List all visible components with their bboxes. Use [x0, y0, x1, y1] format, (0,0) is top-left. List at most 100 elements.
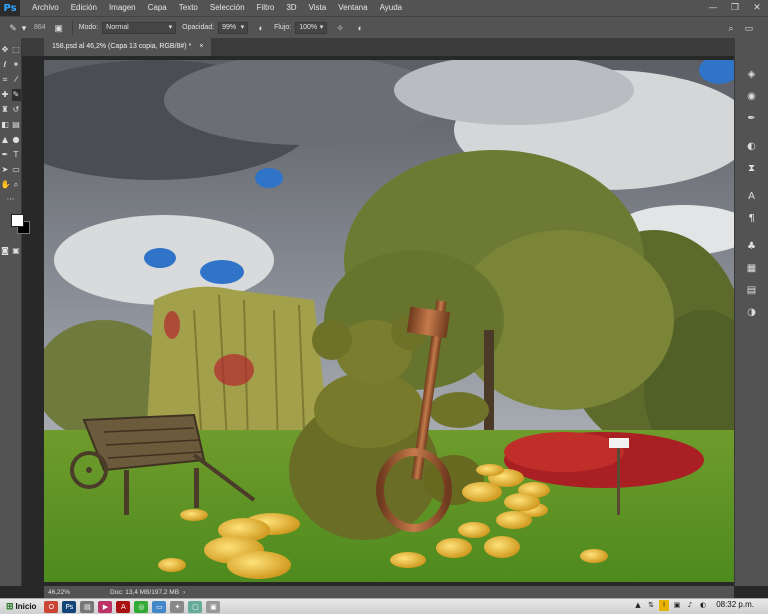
volume-icon[interactable]: ♪ — [685, 600, 695, 611]
display-icon[interactable]: ▣ — [672, 600, 682, 611]
folder-icon[interactable]: ▭ — [152, 600, 167, 613]
menu-filtro[interactable]: Filtro — [251, 0, 281, 16]
menu-bar: Ps Archivo Edición Imagen Capa Texto Sel… — [0, 0, 768, 16]
opera-icon[interactable]: O — [44, 600, 59, 613]
dodge-icon[interactable]: ● — [12, 134, 21, 146]
menu-ayuda[interactable]: Ayuda — [374, 0, 409, 16]
document-tab[interactable]: 158.psd al 46,2% (Capa 13 copia, RGB/8#)… — [44, 38, 212, 56]
document-size-info: Doc: 13,4 MB/197,2 MB — [110, 588, 180, 596]
system-tray: ▲ ⇅ ! ▣ ♪ ◐ — [633, 600, 708, 611]
search-icon[interactable]: ⌕ — [724, 21, 738, 35]
pen-icon[interactable]: ✒ — [1, 149, 10, 161]
pressure-size-icon[interactable]: ◐ — [353, 21, 367, 35]
brush-size-value[interactable]: 864 — [34, 24, 46, 31]
stamp-icon[interactable]: ♜ — [1, 104, 10, 116]
hand-icon[interactable]: ✋ — [1, 179, 11, 191]
move-icon[interactable]: ✥ — [1, 44, 10, 56]
opacity-label: Opacidad: — [182, 24, 215, 31]
canvas-image — [44, 60, 734, 582]
eraser-icon[interactable]: ◧ — [1, 119, 10, 131]
power-icon[interactable]: ◐ — [698, 600, 708, 611]
flow-value: 100% — [299, 23, 318, 31]
menu-ventana[interactable]: Ventana — [332, 0, 373, 16]
menu-3d[interactable]: 3D — [280, 0, 302, 16]
zoom-icon[interactable]: ⌕ — [12, 179, 21, 191]
airbrush-icon[interactable]: ✧ — [333, 21, 347, 35]
quick-mask-icon[interactable]: ◙ — [1, 245, 10, 257]
chrome-icon[interactable]: ◎ — [134, 600, 149, 613]
character-icon[interactable]: A — [745, 190, 759, 204]
magic-wand-icon[interactable]: ✶ — [12, 59, 21, 71]
menu-capa[interactable]: Capa — [142, 0, 173, 16]
foreground-color-front[interactable] — [11, 214, 24, 227]
settings-icon[interactable]: ✦ — [170, 600, 185, 613]
more-tools-icon[interactable]: ··· — [1, 194, 21, 206]
brush-panel-icon[interactable]: ▣ — [52, 21, 66, 35]
channels-icon[interactable]: ◉ — [745, 90, 759, 104]
menu-vista[interactable]: Vista — [303, 0, 333, 16]
mode-label: Modo: — [78, 24, 99, 31]
workspace-icon[interactable]: ▭ — [742, 21, 756, 35]
mode-value: Normal — [106, 23, 129, 31]
paths-icon[interactable]: ✒ — [745, 112, 759, 126]
paragraph-icon[interactable]: ¶ — [745, 212, 759, 226]
app-icon[interactable]: ▢ — [188, 600, 203, 613]
type-icon[interactable]: T — [12, 149, 21, 161]
path-select-icon[interactable]: ➤ — [1, 164, 10, 176]
photoshop-task-icon[interactable]: Ps — [62, 600, 77, 613]
adjustments-icon[interactable]: ◐ — [745, 140, 759, 154]
menu-imagen[interactable]: Imagen — [103, 0, 142, 16]
history-brush-icon[interactable]: ↺ — [12, 104, 21, 116]
color-icon[interactable]: ◑ — [745, 306, 759, 320]
swatches-icon[interactable]: ▦ — [745, 262, 759, 276]
properties-icon[interactable]: ▤ — [745, 284, 759, 298]
usb-icon[interactable]: ⇅ — [646, 600, 656, 611]
menu-edicion[interactable]: Edición — [65, 0, 103, 16]
photoshop-logo: Ps — [0, 0, 20, 16]
menu-texto[interactable]: Texto — [173, 0, 204, 16]
pressure-opacity-icon[interactable]: ◐ — [254, 21, 268, 35]
document-tab-title: 158.psd al 46,2% (Capa 13 copia, RGB/8#)… — [52, 43, 192, 50]
chevron-down-icon: ▾ — [319, 23, 324, 31]
window-icon[interactable]: ▣ — [206, 600, 221, 613]
eyedropper-icon[interactable]: ⁄ — [12, 74, 21, 86]
brush-icon[interactable]: ✎ — [11, 89, 21, 101]
minimize-button[interactable]: — — [702, 0, 724, 16]
acrobat-icon[interactable]: A — [116, 600, 131, 613]
chevron-down-icon[interactable]: ▾ — [20, 21, 28, 35]
opacity-value: 99% — [222, 23, 237, 31]
menu-archivo[interactable]: Archivo — [26, 0, 65, 16]
opacity-field[interactable]: 99% ▾ — [218, 21, 249, 34]
screen-mode-icon[interactable]: ▣ — [12, 245, 21, 257]
document-canvas[interactable] — [44, 60, 734, 582]
antivirus-icon[interactable]: ! — [659, 600, 669, 611]
network-icon[interactable]: ▲ — [633, 600, 643, 611]
flow-field[interactable]: 100% ▾ — [295, 21, 328, 34]
gradient-icon[interactable]: ▤ — [12, 119, 21, 131]
healing-icon[interactable]: ✚ — [1, 89, 10, 101]
clock[interactable]: 08:32 p.m. — [716, 600, 754, 609]
chevron-right-icon[interactable]: › — [183, 589, 185, 596]
color-swatches[interactable] — [0, 212, 30, 242]
document-tab-bar: 158.psd al 46,2% (Capa 13 copia, RGB/8#)… — [22, 38, 734, 56]
media-icon[interactable]: ▶ — [98, 600, 113, 613]
close-button[interactable]: ✕ — [746, 0, 768, 16]
layers-icon[interactable]: ◈ — [745, 68, 759, 82]
maximize-button[interactable]: ❐ — [724, 0, 746, 16]
start-button[interactable]: ⊞ Inicio — [2, 600, 40, 614]
close-tab-icon[interactable]: × — [199, 38, 203, 56]
crop-icon[interactable]: ⌗ — [1, 74, 10, 86]
history-icon[interactable]: ⧗ — [745, 162, 759, 176]
mode-select[interactable]: Normal ▾ — [102, 21, 177, 34]
marquee-icon[interactable]: ⬚ — [12, 44, 21, 56]
lasso-icon[interactable]: ℓ — [1, 59, 10, 71]
styles-icon[interactable]: ♣ — [745, 240, 759, 254]
chevron-down-icon: ▾ — [240, 23, 245, 31]
brush-preset-icon[interactable]: ✎ — [6, 21, 20, 35]
menu-items: Archivo Edición Imagen Capa Texto Selecc… — [20, 0, 408, 16]
menu-seleccion[interactable]: Selección — [204, 0, 251, 16]
rectangle-icon[interactable]: ▭ — [12, 164, 21, 176]
blur-icon[interactable]: ▲ — [1, 134, 10, 146]
zoom-level[interactable]: 46,22% — [48, 589, 70, 596]
explorer-icon[interactable]: ▤ — [80, 600, 95, 613]
